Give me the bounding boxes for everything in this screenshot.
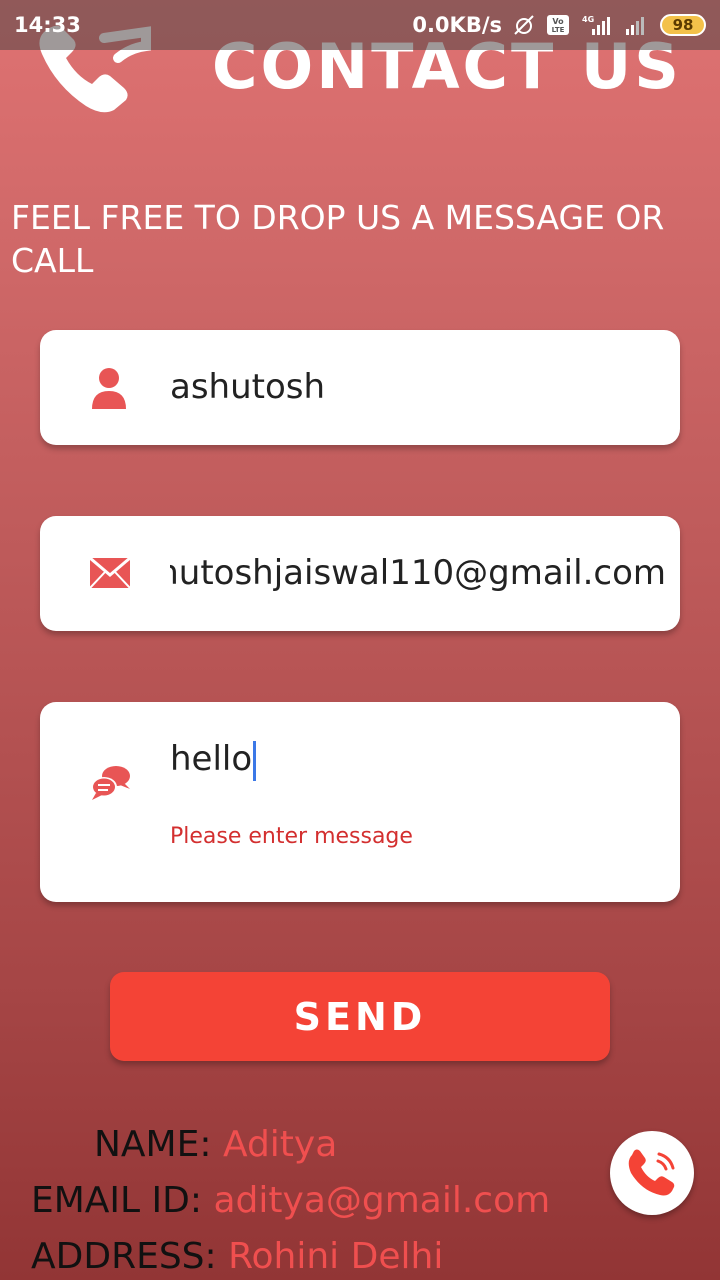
envelope-icon [90, 558, 130, 588]
contact-name-row: NAME: Aditya [94, 1124, 337, 1165]
name-input[interactable]: ashutosh [170, 367, 680, 407]
message-error-text: Please enter message [170, 824, 413, 849]
status-time: 14:33 [14, 13, 81, 37]
email-input[interactable]: ashutoshjaiswal110@gmail.com [170, 553, 666, 593]
text-cursor [253, 740, 257, 781]
message-input[interactable]: hello [170, 739, 680, 781]
message-field-card[interactable]: hello Please enter message [40, 702, 680, 902]
volte-icon: Vo LTE [546, 13, 570, 37]
contact-address-value: Rohini Delhi [228, 1236, 444, 1277]
signal-icon [624, 13, 650, 37]
network-speed: 0.0KB/s [412, 13, 502, 37]
chat-bubbles-icon [90, 765, 132, 801]
page-subtitle: FEEL FREE TO DROP US A MESSAGE OR CALL [11, 198, 665, 280]
status-bar: 14:33 0.0KB/s Vo LTE 4G 98 [0, 0, 720, 50]
contact-name-value: Aditya [222, 1124, 338, 1165]
contact-address-label: ADDRESS: [31, 1236, 217, 1277]
svg-text:LTE: LTE [552, 26, 565, 34]
alarm-off-icon [512, 13, 536, 37]
person-icon [90, 367, 128, 409]
contact-name-label: NAME: [94, 1124, 212, 1165]
name-field-card[interactable]: ashutosh [40, 330, 680, 445]
contact-email-row: EMAIL ID: aditya@gmail.com [31, 1180, 550, 1221]
battery-indicator: 98 [660, 14, 706, 36]
message-input-text: hello [170, 739, 253, 779]
email-input-text: ashutoshjaiswal110@gmail.com [170, 553, 666, 593]
call-fab-button[interactable] [610, 1131, 694, 1215]
signal-4g-icon: 4G [580, 13, 614, 37]
send-button[interactable]: SEND [110, 972, 610, 1061]
contact-email-value: aditya@gmail.com [213, 1180, 551, 1221]
phone-call-icon [626, 1147, 678, 1199]
contact-address-row: ADDRESS: Rohini Delhi [31, 1236, 443, 1277]
svg-text:Vo: Vo [552, 17, 564, 26]
contact-email-label: EMAIL ID: [31, 1180, 203, 1221]
status-indicators: 0.0KB/s Vo LTE 4G 98 [412, 13, 706, 37]
email-field-card[interactable]: ashutoshjaiswal110@gmail.com [40, 516, 680, 631]
svg-text:4G: 4G [582, 15, 594, 24]
